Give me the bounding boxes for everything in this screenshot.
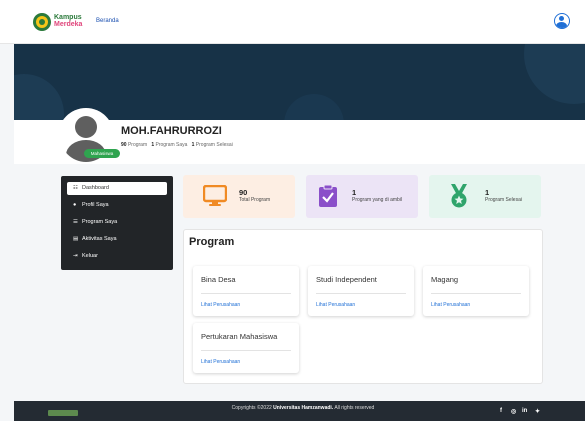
stat-value: 1 bbox=[485, 188, 490, 197]
total-program-count: 90 bbox=[121, 142, 127, 148]
sidebar-item-keluar[interactable]: ⇥ Keluar bbox=[67, 250, 167, 263]
stat-label: Program Selesai bbox=[485, 197, 522, 203]
dashboard-icon: ☷ bbox=[73, 185, 78, 191]
sidebar-item-program-saya[interactable]: ☰ Program Saya bbox=[67, 216, 167, 229]
sidebar-item-aktivitas-saya[interactable]: ▤ Aktivitas Saya bbox=[67, 233, 167, 246]
program-section-title: Program bbox=[189, 236, 235, 248]
stat-value: 90 bbox=[239, 188, 248, 197]
sidebar-menu: ☷ Dashboard ● Profil Saya ☰ Program Saya ▤ A… bbox=[61, 176, 173, 270]
profile-stats: 90 Program 1 Program Saya 1 Program Sele… bbox=[121, 142, 233, 148]
monitor-icon bbox=[203, 185, 227, 206]
profile-banner bbox=[14, 44, 585, 120]
program-card-title: Bina Desa bbox=[201, 275, 236, 284]
total-program-label: Program bbox=[127, 142, 148, 148]
program-card-bina-desa[interactable]: Bina Desa Lihat Perusahaan bbox=[193, 266, 299, 316]
lihat-perusahaan-link[interactable]: Lihat Perusahaan bbox=[201, 302, 240, 308]
list-icon: ☰ bbox=[73, 219, 78, 225]
stat-label: Total Program bbox=[239, 197, 271, 203]
profile-name: MOH.FAHRURROZI bbox=[121, 125, 222, 137]
instagram-icon[interactable]: ◎ bbox=[511, 408, 516, 415]
role-badge: Mahasiswa bbox=[84, 149, 120, 158]
copyright-text: Copyrights ©2022 Universitas Hamzanwadi.… bbox=[231, 405, 375, 411]
program-card-magang[interactable]: Magang Lihat Perusahaan bbox=[423, 266, 529, 316]
lihat-perusahaan-link[interactable]: Lihat Perusahaan bbox=[431, 302, 470, 308]
stat-card-total-program: 90 Total Program bbox=[183, 175, 295, 218]
stat-card-program-diambil: 1 Program yang di ambil bbox=[306, 175, 418, 218]
logo-text: Kampus Merdeka bbox=[54, 14, 83, 28]
twitter-icon[interactable]: ✦ bbox=[535, 408, 540, 415]
kampus-merdeka-logo[interactable]: Kampus Merdeka bbox=[32, 12, 90, 32]
stat-card-program-selesai: 1 Program Selesai bbox=[429, 175, 541, 218]
sidebar-item-dashboard[interactable]: ☷ Dashboard bbox=[67, 182, 167, 195]
lihat-perusahaan-link[interactable]: Lihat Perusahaan bbox=[201, 359, 240, 365]
facebook-icon[interactable]: f bbox=[500, 408, 502, 414]
document-icon: ▤ bbox=[73, 236, 79, 242]
logout-icon: ⇥ bbox=[73, 253, 78, 259]
finished-program-label: Program Selesai bbox=[195, 142, 233, 148]
clipboard-check-icon bbox=[319, 184, 337, 207]
program-card-title: Pertukaran Mahasiswa bbox=[201, 332, 278, 341]
sidebar-item-profil-saya[interactable]: ● Profil Saya bbox=[67, 199, 167, 212]
medal-icon bbox=[451, 184, 467, 208]
stat-value: 1 bbox=[352, 188, 357, 197]
footer-logo bbox=[48, 410, 78, 416]
lihat-perusahaan-link[interactable]: Lihat Perusahaan bbox=[316, 302, 355, 308]
program-card-title: Magang bbox=[431, 275, 459, 284]
program-card-pertukaran-mahasiswa[interactable]: Pertukaran Mahasiswa Lihat Perusahaan bbox=[193, 323, 299, 373]
program-card-title: Studi Independent bbox=[316, 275, 377, 284]
my-program-count: 1 bbox=[151, 142, 155, 148]
program-card-studi-independent[interactable]: Studi Independent Lihat Perusahaan bbox=[308, 266, 414, 316]
nav-link-beranda[interactable]: Beranda bbox=[96, 18, 119, 24]
finished-program-count: 1 bbox=[191, 142, 195, 148]
logo-emblem-icon bbox=[33, 13, 51, 31]
my-program-label: Program Saya bbox=[155, 142, 188, 148]
linkedin-icon[interactable]: in bbox=[522, 408, 527, 414]
stat-label: Program yang di ambil bbox=[352, 197, 403, 203]
user-icon: ● bbox=[73, 202, 77, 208]
user-account-icon[interactable] bbox=[554, 13, 570, 29]
